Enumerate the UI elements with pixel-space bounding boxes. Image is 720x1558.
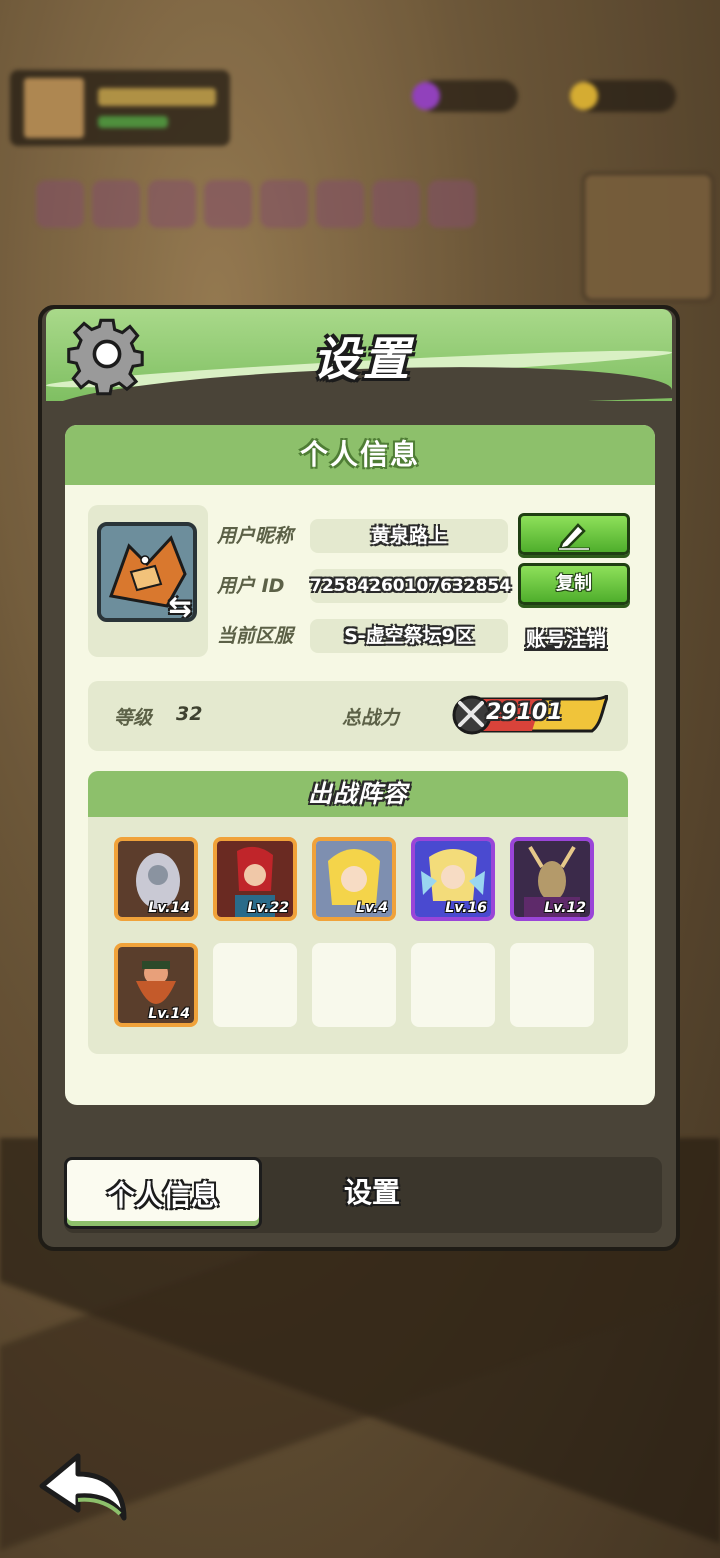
hero-slot[interactable]: Lv.14 [114, 943, 198, 1027]
level-label: 等级 [114, 707, 153, 729]
level-value: 32 [176, 703, 203, 725]
lineup-panel: 出战阵容 Lv.14 Lv.22 Lv.4 Lv.16 Lv.12 Lv.14 [88, 771, 628, 1054]
back-arrow-icon[interactable] [38, 1452, 130, 1522]
dialog-tabs: 个人信息 设置 [64, 1157, 662, 1233]
power-badge: 29101 [452, 695, 608, 735]
avatar[interactable]: ⇆ [97, 522, 197, 622]
user-id-label: 用户 ID [217, 575, 285, 597]
power-label: 总战力 [342, 707, 400, 729]
hero-level: Lv.12 [544, 900, 586, 916]
empty-hero-slot[interactable] [411, 943, 495, 1027]
hero-slot[interactable]: Lv.4 [312, 837, 396, 921]
empty-hero-slot[interactable] [312, 943, 396, 1027]
settings-dialog: 设置 个人信息 ⇆ 用户昵称 黄泉路上 用户 ID 72584260107632… [38, 305, 680, 1251]
personal-info-panel: 个人信息 ⇆ 用户昵称 黄泉路上 用户 ID 72584260107632854… [65, 425, 655, 1105]
tab-settings[interactable]: 设置 [272, 1157, 472, 1229]
lineup-title: 出战阵容 [88, 771, 628, 817]
hero-level: Lv.14 [148, 1006, 190, 1022]
power-value: 29101 [486, 700, 563, 725]
empty-hero-slot[interactable] [510, 943, 594, 1027]
stats-bar: 等级 32 总战力 29101 [88, 681, 628, 751]
avatar-box: ⇆ [88, 505, 208, 657]
delete-account-link[interactable]: 账号注销 [526, 623, 606, 652]
section-title: 个人信息 [65, 425, 655, 485]
nickname-field: 黄泉路上 [310, 519, 508, 553]
copy-id-button[interactable]: 复制 [518, 563, 630, 605]
user-id-field: 72584260107632854 [310, 569, 511, 603]
edit-nickname-button[interactable] [518, 513, 630, 555]
pencil-icon [558, 523, 590, 551]
hero-level: Lv.4 [356, 900, 388, 916]
tab-personal-info[interactable]: 个人信息 [64, 1157, 262, 1229]
empty-hero-slot[interactable] [213, 943, 297, 1027]
hero-level: Lv.22 [247, 900, 289, 916]
hero-slot[interactable]: Lv.16 [411, 837, 495, 921]
server-label: 当前区服 [217, 625, 294, 647]
hero-slot[interactable]: Lv.12 [510, 837, 594, 921]
nickname-label: 用户昵称 [217, 525, 294, 547]
hero-level: Lv.14 [148, 900, 190, 916]
hero-level: Lv.16 [445, 900, 487, 916]
dialog-title: 设置 [313, 332, 413, 386]
server-field: S-虚空祭坛9区 [310, 619, 508, 653]
swap-arrows-icon[interactable]: ⇆ [163, 590, 193, 618]
hero-slot[interactable]: Lv.14 [114, 837, 198, 921]
hero-slot[interactable]: Lv.22 [213, 837, 297, 921]
